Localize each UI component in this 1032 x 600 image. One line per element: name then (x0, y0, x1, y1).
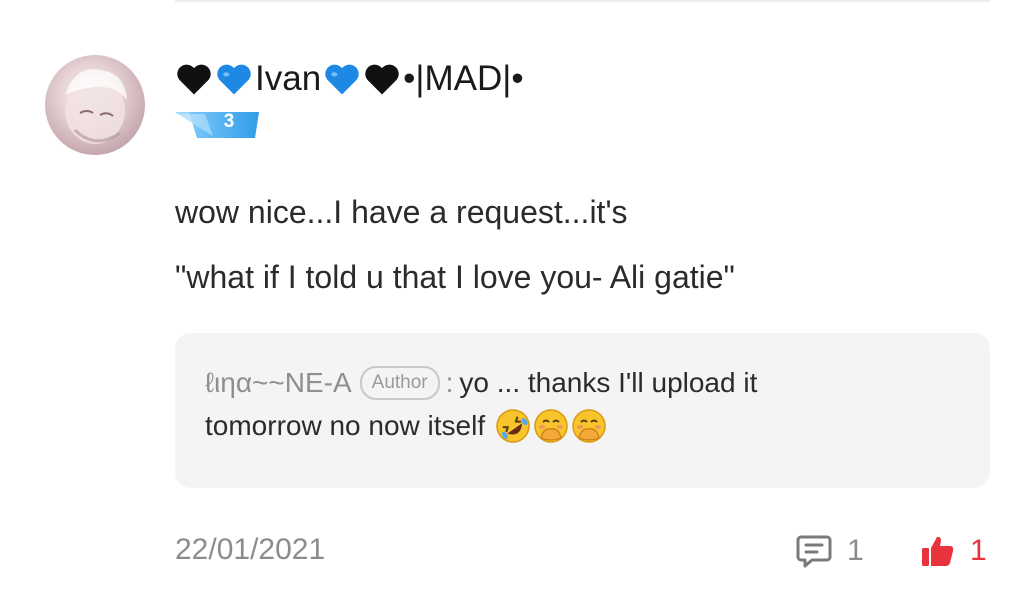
username[interactable]: Ivan •|MAD|• (175, 58, 524, 100)
rolling-laughing-emoji-icon (496, 409, 530, 443)
reply-first-line: ℓιηα~~NE-A Author : yo ... thanks I'll u… (205, 364, 757, 402)
reply-text-line-1: yo ... thanks I'll upload it (459, 367, 758, 398)
comment-text-line-1: wow nice...I have a request...it's (175, 194, 628, 230)
reply-separator: : (445, 367, 454, 398)
hand-over-mouth-emoji-icon (534, 409, 568, 443)
level-badge (175, 112, 259, 138)
comment-card: Ivan •|MAD|• 3 wow nice...I have a reque… (0, 0, 1032, 600)
black-heart-icon (177, 64, 211, 95)
black-heart-icon (365, 64, 399, 95)
blue-heart-icon (325, 64, 359, 95)
avatar[interactable] (45, 55, 145, 155)
comment-bubble-icon (796, 535, 832, 568)
avatar-image (65, 69, 127, 144)
reply-button[interactable]: 1 (795, 530, 864, 572)
thumbs-up-icon (922, 536, 954, 566)
username-text-part2: •|MAD|• (403, 59, 524, 98)
username-text-part1: Ivan (255, 59, 322, 98)
reply-text-line-2: tomorrow no now itself (205, 410, 486, 441)
comment-text-line-2: "what if I told u that I love you- Ali g… (175, 259, 735, 295)
comment-date: 22/01/2021 (175, 533, 326, 566)
hand-over-mouth-emoji-icon (572, 409, 606, 443)
reply-count: 1 (847, 534, 864, 567)
blue-heart-icon (217, 64, 251, 95)
reply-author-name[interactable]: ℓιηα~~NE-A (205, 367, 352, 399)
like-count: 1 (970, 534, 987, 567)
top-divider (175, 0, 990, 2)
author-tag: Author (359, 366, 440, 400)
level-number: 3 (223, 111, 235, 132)
reply-second-line: tomorrow no now itself (205, 406, 607, 446)
like-button[interactable]: 1 (920, 530, 987, 572)
